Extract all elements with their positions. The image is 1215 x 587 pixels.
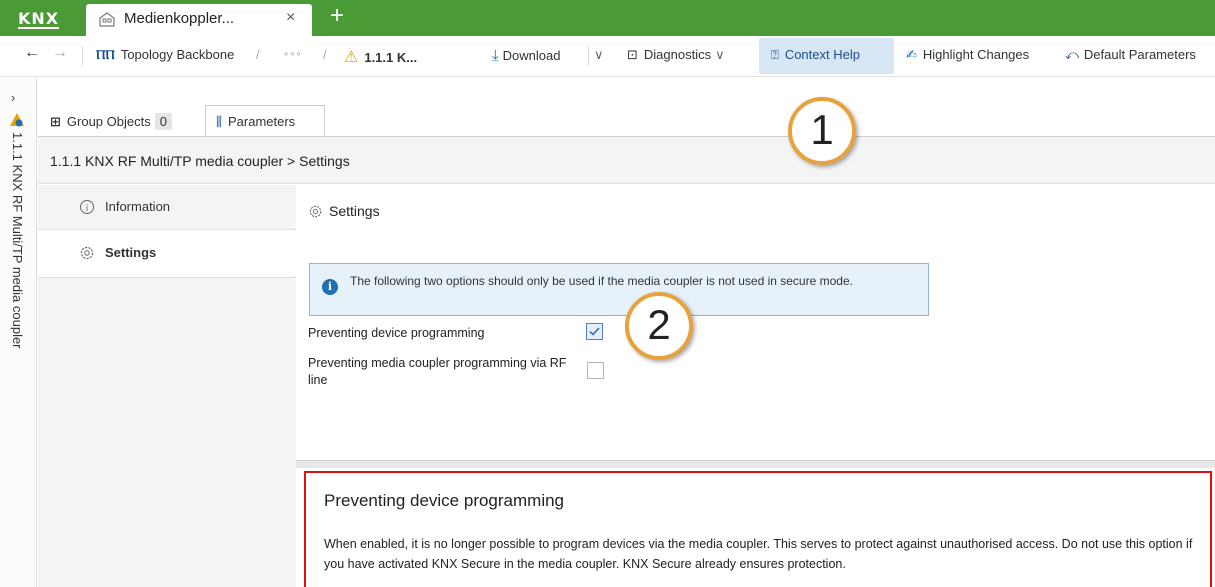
nav-item-label: Settings [105,245,157,260]
highlight-changes-label: Highlight Changes [922,47,1030,62]
info-icon: i [322,279,338,295]
info-text: The following two options should only be… [350,274,853,288]
breadcrumb-separator: / [323,47,327,62]
section-title: Settings [308,203,380,219]
tab-title: Medienkoppler... [124,10,235,27]
toolbar-separator [588,46,589,66]
device-status-icon [10,113,24,127]
option-label-rf-programming: Preventing media coupler programming via… [308,356,567,387]
topology-icon: ⲠⲠ [96,47,115,62]
chevron-down-icon: ∨ [715,47,725,62]
group-objects-count-badge: 0 [154,113,172,130]
default-parameters-label: Default Parameters [1083,47,1196,62]
highlight-changes-button[interactable]: ✍ Highlight Changes [906,47,1029,63]
topology-label: Topology Backbone [120,47,235,62]
question-circle-icon: ⍰ [771,47,779,62]
group-objects-label: Group Objects [66,114,151,129]
download-button[interactable]: ⤓ Download [492,47,560,64]
section-title-label: Settings [329,203,380,219]
tab-parameters[interactable]: ⫼ Parameters [205,105,325,136]
help-panel-splitter[interactable] [296,460,1215,468]
add-tab-button[interactable]: + [330,2,344,30]
nav-empty-area [38,277,296,587]
reset-icon: ⤺ [1065,47,1079,62]
ellipsis-button[interactable]: ∘∘∘ [283,49,302,60]
building-icon [99,12,115,27]
back-arrow-icon[interactable]: ← [24,44,40,62]
logo-text: KNX [18,9,60,29]
help-title: Preventing device programming [324,491,565,510]
breadcrumb-bar: 1.1.1 KNX RF Multi/TP media coupler > Se… [38,136,1215,184]
download-dropdown-chevron-icon[interactable]: ∨ [594,47,604,63]
sliders-icon: ⫼ [216,114,222,129]
callout-marker-1: 1 [788,97,856,165]
context-help-button[interactable]: ⍰ Context Help [759,38,894,74]
gear-icon [80,246,94,260]
monitor-icon: ⊡ [627,47,638,62]
toolbar: ← → ⲠⲠ Topology Backbone / ∘∘∘ / ⚠ 1.1.1 K… [0,36,1215,77]
title-bar: KNX Medienkoppler... × + [0,0,1215,36]
breadcrumb: 1.1.1 KNX RF Multi/TP media coupler > Se… [50,153,350,169]
breadcrumb-separator: / [256,47,260,62]
warning-icon: ⚠ [344,49,359,66]
forward-arrow-icon[interactable]: → [52,44,68,62]
diagnostics-label: Diagnostics [643,47,712,62]
expand-chevron-icon[interactable]: › [11,90,15,105]
checkbox-prevent-device-programming[interactable] [586,323,603,340]
context-help-label: Context Help [784,47,860,62]
info-circle-icon: i [80,200,94,214]
device-side-strip: › 1.1.1 KNX RF Multi/TP media coupler [0,78,37,587]
context-help-content: ⍰ Context Help [771,47,860,63]
diagnostics-button[interactable]: ⊡ Diagnostics ∨ [627,47,725,63]
gear-icon [309,205,322,218]
context-help-panel: Preventing device programming When enabl… [296,468,1215,587]
callout-marker-2: 2 [625,292,693,360]
info-box: i The following two options should only … [309,263,929,316]
default-parameters-button[interactable]: ⤺ Default Parameters [1065,47,1196,63]
svg-text:i: i [86,204,89,214]
download-label: Download [502,48,561,63]
group-objects-icon: ⊞ [50,114,61,129]
knx-logo: KNX [18,9,68,29]
nav-item-settings[interactable]: Settings [38,231,296,276]
highlighter-icon: ✍ [906,47,917,62]
settings-panel: Settings i The following two options sho… [296,185,1215,460]
checkmark-icon [589,327,600,336]
help-text: When enabled, it is no longer possible t… [324,537,1193,571]
download-icon: ⤓ [492,47,499,64]
topology-backbone-link[interactable]: ⲠⲠ Topology Backbone [96,47,234,63]
tab-medienkoppler[interactable]: Medienkoppler... × [86,4,312,36]
parameters-label: Parameters [227,114,296,129]
toolbar-separator [82,46,83,66]
device-label: 1.1.1 K... [364,50,418,65]
option-label-device-programming: Preventing device programming [308,326,485,340]
device-vertical-label: 1.1.1 KNX RF Multi/TP media coupler [10,132,25,349]
nav-item-label: Information [105,199,171,214]
device-breadcrumb[interactable]: ⚠ 1.1.1 K... [344,47,417,67]
help-highlight-frame: Preventing device programming When enabl… [304,471,1212,587]
checkbox-prevent-rf-programming[interactable] [587,362,604,379]
parameter-nav: i Information Settings [38,185,296,587]
nav-item-information[interactable]: i Information [38,185,296,230]
close-icon[interactable]: × [286,9,295,27]
